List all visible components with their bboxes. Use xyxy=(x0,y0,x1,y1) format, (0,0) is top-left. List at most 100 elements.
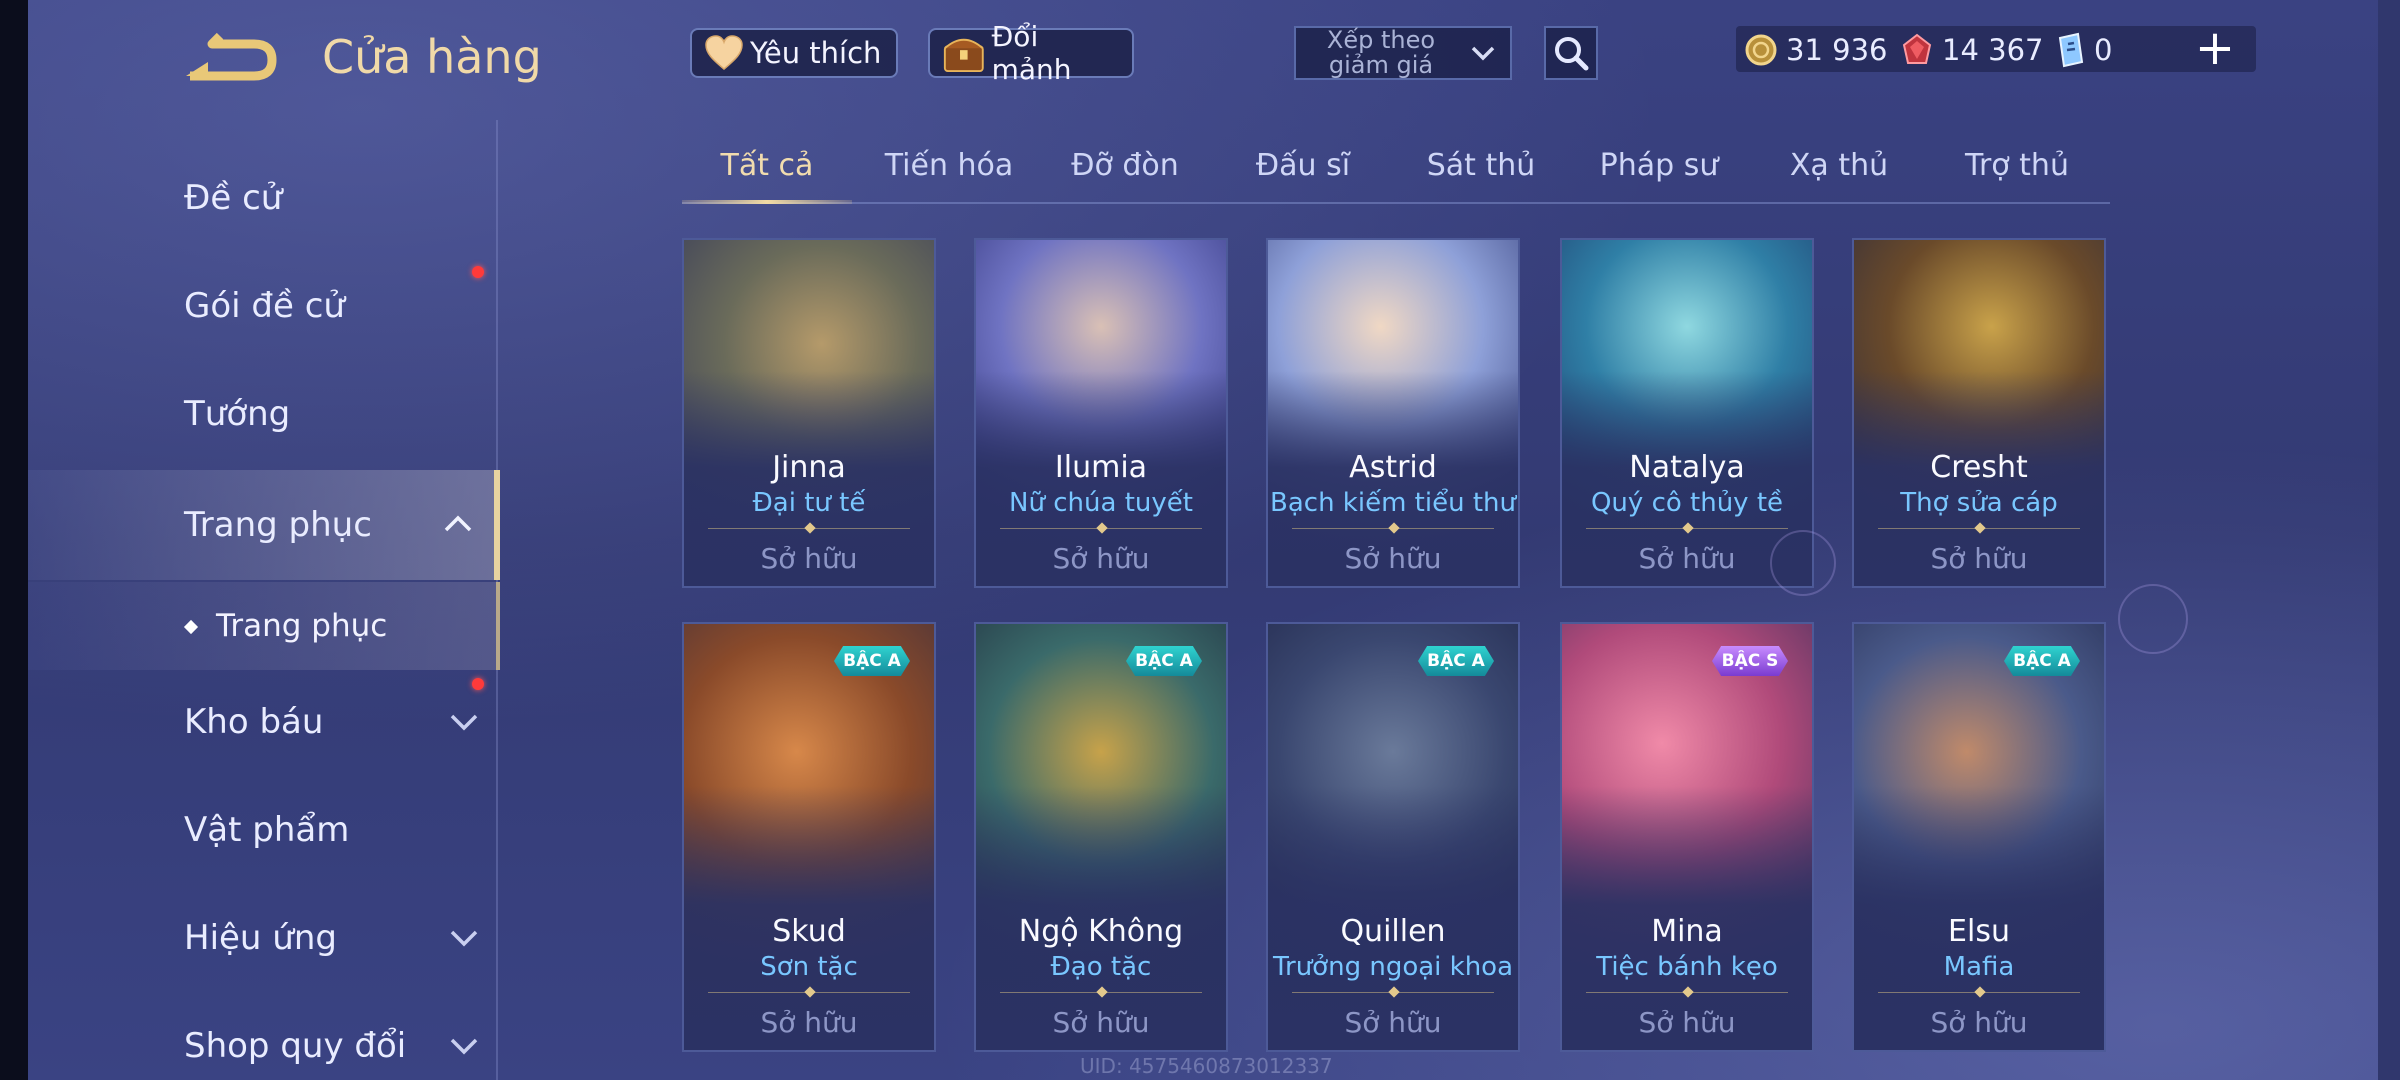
skin-card[interactable]: BẬC A Ngộ Không Đạo tặc Sở hữu xyxy=(974,622,1228,1052)
skin-name: Bạch kiếm tiểu thư xyxy=(1270,488,1516,518)
skin-card[interactable]: BẬC A Quillen Trưởng ngoại khoa Sở hữu xyxy=(1266,622,1520,1052)
owned-status: Sở hữu xyxy=(1052,1006,1150,1039)
treasure-chest-icon xyxy=(943,38,984,72)
owned-status: Sở hữu xyxy=(1052,542,1150,575)
sidebar-item-skins[interactable]: Trang phục xyxy=(28,470,500,580)
tab-mage[interactable]: Pháp sư xyxy=(1574,148,1744,183)
bullet-icon xyxy=(183,619,199,635)
search-icon xyxy=(1555,37,1589,71)
skin-name: Đại tư tế xyxy=(752,488,866,518)
add-currency-button[interactable]: + xyxy=(2190,24,2240,74)
tab-support[interactable]: Trợ thủ xyxy=(1932,148,2102,183)
tab-all[interactable]: Tất cả xyxy=(682,148,852,183)
skin-name: Đạo tặc xyxy=(1050,952,1152,982)
sidebar-item-recommended[interactable]: Đề cử xyxy=(28,148,500,248)
skin-name: Tiệc bánh kẹo xyxy=(1596,952,1778,982)
voucher-icon xyxy=(2058,32,2084,68)
back-button[interactable] xyxy=(182,32,282,88)
gold-coin-icon xyxy=(1745,34,1777,66)
skin-card[interactable]: BẬC S Mina Tiệc bánh kẹo Sở hữu xyxy=(1560,622,1814,1052)
tab-marksman[interactable]: Xạ thủ xyxy=(1754,148,1924,183)
tab-assassin[interactable]: Sát thủ xyxy=(1396,148,1566,183)
divider xyxy=(1268,522,1518,536)
skin-card[interactable]: BẬC A Elsu Mafia Sở hữu xyxy=(1852,622,2106,1052)
sidebar: Đề cử Gói đề cử Tướng Trang phục Trang p… xyxy=(28,120,500,1080)
hero-name: Quillen xyxy=(1340,914,1446,949)
sidebar-subitem-label: Trang phục xyxy=(216,608,388,644)
sort-dropdown[interactable]: Xếp theo giảm giá xyxy=(1294,26,1512,80)
decorative-ring xyxy=(2118,584,2188,654)
skin-card[interactable]: Astrid Bạch kiếm tiểu thư Sở hữu xyxy=(1266,238,1520,588)
active-tab-indicator xyxy=(682,200,852,204)
skin-card[interactable]: Natalya Quý cô thủy tề Sở hữu xyxy=(1560,238,1814,588)
shard-exchange-label: Đổi mảnh xyxy=(991,20,1072,86)
gold-amount: 31 936 xyxy=(1786,33,1888,67)
hero-name: Ilumia xyxy=(1054,450,1148,485)
rank-badge: BẬC A xyxy=(1126,646,1202,676)
search-button[interactable] xyxy=(1544,26,1598,80)
tab-tank[interactable]: Đỡ đòn xyxy=(1040,148,1210,183)
role-tabs: Tất cả Tiến hóa Đỡ đòn Đấu sĩ Sát thủ Ph… xyxy=(682,140,2110,204)
sidebar-item-items[interactable]: Vật phẩm xyxy=(28,780,500,880)
owned-status: Sở hữu xyxy=(1344,1006,1442,1039)
rank-badge: BẬC A xyxy=(834,646,910,676)
divider xyxy=(976,986,1226,1000)
ticket-amount: 0 xyxy=(2094,33,2113,67)
divider xyxy=(1854,522,2104,536)
hero-name: Mina xyxy=(1651,914,1723,949)
skin-card[interactable]: BẬC A Skud Sơn tặc Sở hữu xyxy=(682,622,936,1052)
shard-exchange-button[interactable]: Đổi mảnh xyxy=(928,20,1134,86)
rank-badge: BẬC A xyxy=(2004,646,2080,676)
owned-status: Sở hữu xyxy=(1930,1006,2028,1039)
sidebar-item-treasure[interactable]: Kho báu xyxy=(28,672,500,772)
divider xyxy=(1268,986,1518,1000)
hero-name: Astrid xyxy=(1349,450,1437,485)
user-id: UID: 4575460873012337 xyxy=(1080,1054,1333,1078)
screen-edge xyxy=(2378,0,2400,1080)
tab-fighter[interactable]: Đấu sĩ xyxy=(1218,148,1388,183)
chevron-down-icon xyxy=(450,1038,478,1055)
skin-name: Thợ sửa cáp xyxy=(1900,488,2058,518)
sidebar-item-exchange-shop[interactable]: Shop quy đổi xyxy=(28,996,500,1080)
red-currency: 14 367 xyxy=(1900,30,2043,70)
gold-currency: 31 936 xyxy=(1744,30,1887,70)
sidebar-item-heroes[interactable]: Tướng xyxy=(28,364,500,464)
chevron-down-icon xyxy=(450,930,478,947)
sidebar-item-label: Hiệu ứng xyxy=(184,918,337,958)
sidebar-item-bundles[interactable]: Gói đề cử xyxy=(28,256,500,356)
notification-dot xyxy=(472,678,484,690)
owned-status: Sở hữu xyxy=(760,1006,858,1039)
divider xyxy=(1562,522,1812,536)
skin-card[interactable]: Cresht Thợ sửa cáp Sở hữu xyxy=(1852,238,2106,588)
skin-card[interactable]: Ilumia Nữ chúa tuyết Sở hữu xyxy=(974,238,1228,588)
hero-name: Jinna xyxy=(772,450,846,485)
sidebar-item-label: Shop quy đổi xyxy=(184,1026,407,1066)
sort-label: Xếp theo giảm giá xyxy=(1326,26,1436,79)
tab-evolution[interactable]: Tiến hóa xyxy=(864,148,1034,183)
red-gem-icon xyxy=(1902,33,1932,64)
decorative-ring xyxy=(1770,530,1836,596)
rank-badge: BẬC S xyxy=(1712,646,1788,676)
rank-badge: BẬC A xyxy=(1418,646,1494,676)
skin-card[interactable]: Jinna Đại tư tế Sở hữu xyxy=(682,238,936,588)
favorite-button[interactable]: Yêu thích xyxy=(690,28,898,78)
hero-name: Skud xyxy=(772,914,846,949)
skin-name: Quý cô thủy tề xyxy=(1590,488,1784,518)
skin-name: Sơn tặc xyxy=(760,952,858,982)
back-arrow-icon xyxy=(186,32,277,81)
ticket-currency: 0 xyxy=(2056,30,2112,70)
favorite-label: Yêu thích xyxy=(750,36,882,70)
sidebar-item-effects[interactable]: Hiệu ứng xyxy=(28,888,500,988)
sidebar-item-label: Tướng xyxy=(184,394,291,434)
hero-name: Ngộ Không xyxy=(1018,914,1184,949)
skin-name: Trưởng ngoại khoa xyxy=(1272,952,1514,982)
chevron-down-icon xyxy=(1471,46,1495,61)
divider xyxy=(684,522,934,536)
heart-icon xyxy=(705,35,743,70)
red-amount: 14 367 xyxy=(1942,33,2044,67)
notification-dot xyxy=(472,266,484,278)
screen-edge xyxy=(0,0,28,1080)
sidebar-subitem-skins[interactable]: Trang phục xyxy=(28,582,500,670)
sidebar-item-label: Vật phẩm xyxy=(184,810,350,850)
sidebar-item-label: Trang phục xyxy=(184,505,372,545)
